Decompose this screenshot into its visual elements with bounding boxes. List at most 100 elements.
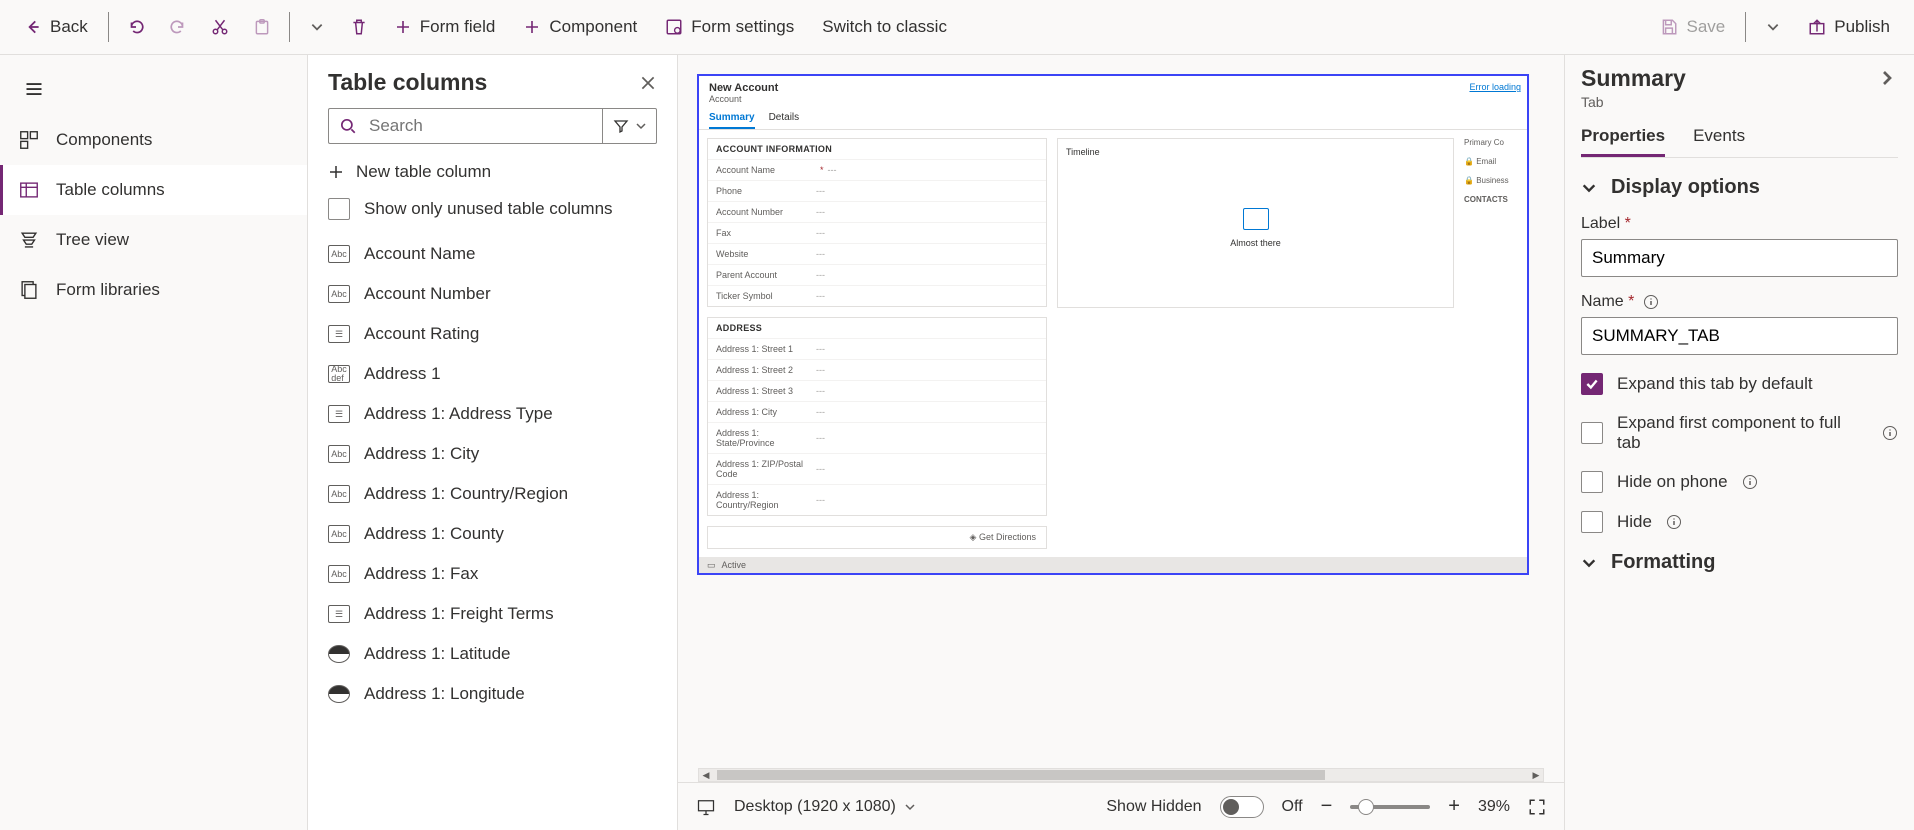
hide-phone-checkbox-row[interactable]: Hide on phone <box>1581 471 1898 493</box>
column-item[interactable]: ☰Account Rating <box>328 314 673 354</box>
section-address[interactable]: ADDRESS Address 1: Street 1---Address 1:… <box>707 317 1047 516</box>
component-button[interactable]: Component <box>511 7 649 47</box>
form-field-row[interactable]: Address 1: State/Province--- <box>708 422 1046 453</box>
device-label: Desktop (1920 x 1080) <box>734 798 896 816</box>
column-item[interactable]: AbcAccount Number <box>328 274 673 314</box>
zoom-slider[interactable] <box>1350 805 1430 809</box>
column-label: Account Number <box>364 284 491 304</box>
horizontal-scrollbar[interactable]: ◀ ▶ <box>698 768 1544 782</box>
nav-table-columns[interactable]: Table columns <box>0 165 307 215</box>
undo-button[interactable] <box>117 7 155 47</box>
form-field-row[interactable]: Parent Account--- <box>708 264 1046 285</box>
fit-screen-button[interactable] <box>1528 798 1546 816</box>
nav-components[interactable]: Components <box>0 115 307 165</box>
column-item[interactable]: AbcAddress 1: Country/Region <box>328 474 673 514</box>
hide-checkbox-row[interactable]: Hide <box>1581 511 1898 533</box>
scroll-left-arrow[interactable]: ◀ <box>699 769 713 781</box>
column-list[interactable]: AbcAccount NameAbcAccount Number☰Account… <box>308 234 677 830</box>
form-tab-details[interactable]: Details <box>769 112 800 129</box>
save-dropdown[interactable] <box>1754 7 1792 47</box>
close-panel-button[interactable] <box>639 74 657 92</box>
new-table-column-button[interactable]: New table column <box>308 154 677 190</box>
form-preview[interactable]: Error loading New Account Account Summar… <box>698 75 1528 574</box>
form-field-row[interactable]: Address 1: Street 3--- <box>708 380 1046 401</box>
timeline-title: Timeline <box>1066 147 1445 157</box>
checkbox[interactable] <box>1581 471 1603 493</box>
zoom-out-button[interactable]: − <box>1321 795 1333 818</box>
form-field-row[interactable]: Address 1: City--- <box>708 401 1046 422</box>
section-account-information[interactable]: ACCOUNT INFORMATION Account Name*---Phon… <box>707 138 1047 307</box>
publish-icon <box>1808 18 1826 36</box>
delete-button[interactable] <box>340 7 378 47</box>
column-item[interactable]: Address 1: Latitude <box>328 634 673 674</box>
show-hidden-toggle[interactable] <box>1220 796 1264 818</box>
checkbox[interactable] <box>1581 422 1603 444</box>
get-directions-button[interactable]: ◈ Get Directions <box>707 526 1047 549</box>
form-field-row[interactable]: Website--- <box>708 243 1046 264</box>
paste-button[interactable] <box>243 7 281 47</box>
plus-icon <box>523 18 541 36</box>
timeline-section[interactable]: Timeline Almost there <box>1057 138 1454 308</box>
save-button[interactable]: Save <box>1648 7 1737 47</box>
cut-button[interactable] <box>201 7 239 47</box>
column-item[interactable]: ☰Address 1: Address Type <box>328 394 673 434</box>
form-settings-button[interactable]: Form settings <box>653 7 806 47</box>
form-field-row[interactable]: Phone--- <box>708 180 1046 201</box>
expand-default-checkbox-row[interactable]: Expand this tab by default <box>1581 373 1898 395</box>
scroll-thumb[interactable] <box>717 770 1325 780</box>
nav-form-libraries[interactable]: Form libraries <box>0 265 307 315</box>
hamburger-button[interactable] <box>0 65 307 115</box>
info-icon[interactable] <box>1742 474 1758 490</box>
form-field-button[interactable]: Form field <box>382 7 508 47</box>
switch-classic-button[interactable]: Switch to classic <box>810 7 959 47</box>
error-loading-link[interactable]: Error loading <box>1469 82 1521 92</box>
form-field-row[interactable]: Address 1: ZIP/Postal Code--- <box>708 453 1046 484</box>
column-item[interactable]: AbcAccount Name <box>328 234 673 274</box>
column-item[interactable]: AbcdefAddress 1 <box>328 354 673 394</box>
form-field-row[interactable]: Fax--- <box>708 222 1046 243</box>
form-field-row[interactable]: Address 1: Country/Region--- <box>708 484 1046 515</box>
publish-button[interactable]: Publish <box>1796 7 1902 47</box>
table-columns-icon <box>18 179 40 201</box>
search-box[interactable] <box>328 108 602 144</box>
section-formatting[interactable]: Formatting <box>1581 551 1898 574</box>
form-field-row[interactable]: Account Name*--- <box>708 159 1046 180</box>
show-unused-checkbox-row[interactable]: Show only unused table columns <box>308 190 677 234</box>
column-item[interactable]: AbcAddress 1: City <box>328 434 673 474</box>
checkbox[interactable] <box>328 198 350 220</box>
form-field-row[interactable]: Account Number--- <box>708 201 1046 222</box>
panel-title: Table columns <box>328 69 487 96</box>
name-input[interactable] <box>1581 317 1898 355</box>
back-button[interactable]: Back <box>12 7 100 47</box>
label-input[interactable] <box>1581 239 1898 277</box>
search-input[interactable] <box>367 115 592 137</box>
expand-first-checkbox-row[interactable]: Expand first component to full tab <box>1581 413 1898 453</box>
info-icon[interactable] <box>1882 425 1898 441</box>
expand-panel-button[interactable] <box>1878 69 1896 87</box>
column-item[interactable]: Address 1: Longitude <box>328 674 673 714</box>
table-columns-panel: Table columns New table column Show only… <box>308 55 678 830</box>
column-item[interactable]: AbcAddress 1: Fax <box>328 554 673 594</box>
zoom-in-button[interactable]: + <box>1448 795 1460 818</box>
nav-tree-view[interactable]: Tree view <box>0 215 307 265</box>
info-icon[interactable] <box>1666 514 1682 530</box>
redo-button[interactable] <box>159 7 197 47</box>
tab-properties[interactable]: Properties <box>1581 126 1665 157</box>
form-tab-summary[interactable]: Summary <box>709 112 755 129</box>
column-item[interactable]: ☰Address 1: Freight Terms <box>328 594 673 634</box>
tab-events[interactable]: Events <box>1693 126 1745 157</box>
form-field-row[interactable]: Address 1: Street 2--- <box>708 359 1046 380</box>
device-selector[interactable]: Desktop (1920 x 1080) <box>734 798 916 816</box>
checkbox[interactable] <box>1581 511 1603 533</box>
cut-icon <box>211 18 229 36</box>
checkbox[interactable] <box>1581 373 1603 395</box>
paste-dropdown[interactable] <box>298 7 336 47</box>
form-field-row[interactable]: Ticker Symbol--- <box>708 285 1046 306</box>
column-item[interactable]: AbcAddress 1: County <box>328 514 673 554</box>
info-icon[interactable] <box>1643 294 1659 310</box>
form-field-row[interactable]: Address 1: Street 1--- <box>708 338 1046 359</box>
scroll-right-arrow[interactable]: ▶ <box>1529 769 1543 781</box>
filter-button[interactable] <box>602 108 657 144</box>
label-field-label: Label * <box>1581 215 1898 233</box>
section-display-options[interactable]: Display options <box>1581 176 1898 199</box>
